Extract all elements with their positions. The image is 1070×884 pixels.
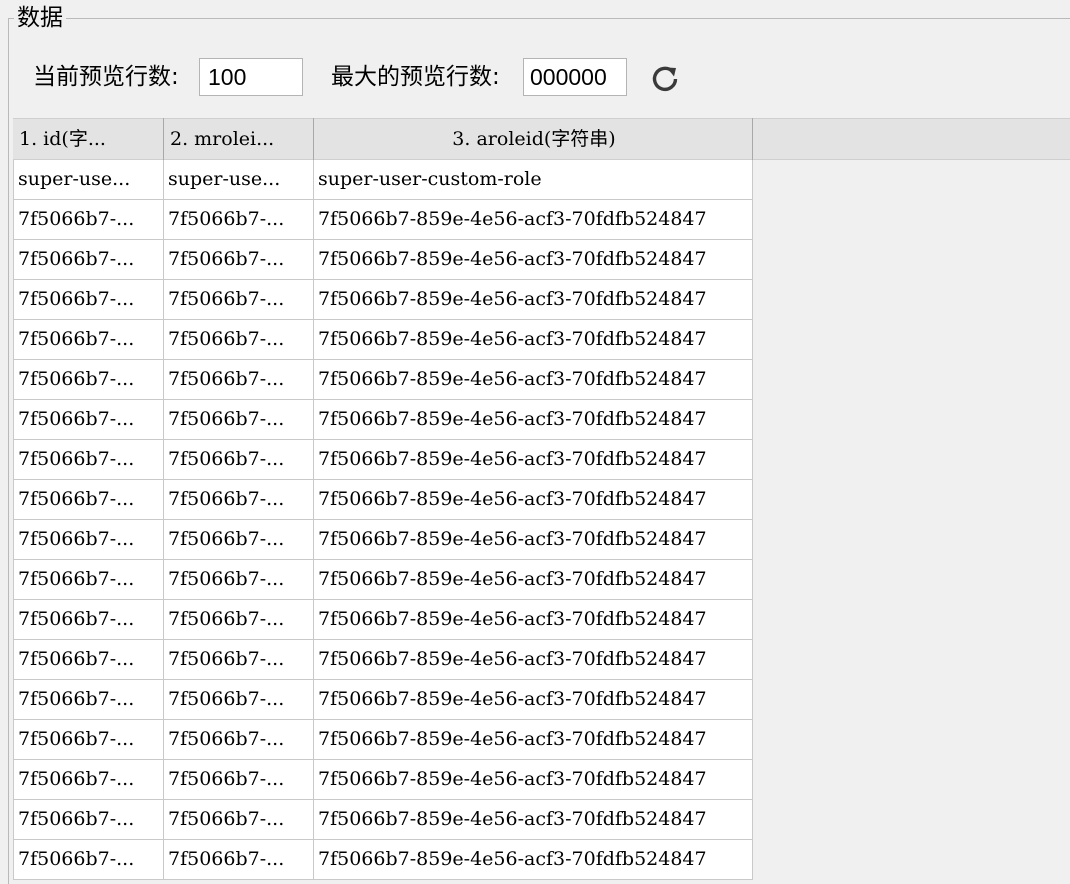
table-cell[interactable]: 7f5066b7-... <box>13 440 164 480</box>
table-cell[interactable]: 7f5066b7-... <box>164 440 314 480</box>
table-cell[interactable]: 7f5066b7-... <box>13 840 164 880</box>
group-title: 数据 <box>14 4 66 32</box>
table-cell[interactable]: 7f5066b7-859e-4e56-acf3-70fdfb524847 <box>314 760 753 800</box>
table-cell[interactable]: 7f5066b7-... <box>164 560 314 600</box>
table-row[interactable]: 7f5066b7-... 7f5066b7-... 7f5066b7-859e-4e… <box>13 360 753 400</box>
table-cell[interactable]: 7f5066b7-... <box>13 280 164 320</box>
table-row[interactable]: 7f5066b7-... 7f5066b7-... 7f5066b7-859e-4e… <box>13 800 753 840</box>
table-cell[interactable]: super-use... <box>164 160 314 200</box>
table-row[interactable]: 7f5066b7-... 7f5066b7-... 7f5066b7-859e-4e… <box>13 280 753 320</box>
table-cell[interactable]: super-user-custom-role <box>314 160 753 200</box>
table-cell[interactable]: 7f5066b7-... <box>164 680 314 720</box>
table-cell[interactable]: 7f5066b7-... <box>13 800 164 840</box>
data-panel: 数据 当前预览行数: 100 最大的预览行数: 000000 1. id(字..… <box>0 0 1070 884</box>
table-cell[interactable]: 7f5066b7-... <box>164 520 314 560</box>
table-cell[interactable]: 7f5066b7-... <box>13 760 164 800</box>
table-cell[interactable]: super-use... <box>13 160 164 200</box>
table-cell[interactable]: 7f5066b7-859e-4e56-acf3-70fdfb524847 <box>314 800 753 840</box>
table-cell[interactable]: 7f5066b7-... <box>164 720 314 760</box>
current-preview-rows-label: 当前预览行数: <box>33 64 179 90</box>
table-cell[interactable]: 7f5066b7-... <box>13 240 164 280</box>
table-cell[interactable]: 7f5066b7-859e-4e56-acf3-70fdfb524847 <box>314 240 753 280</box>
table-row[interactable]: 7f5066b7-... 7f5066b7-... 7f5066b7-859e-4e… <box>13 320 753 360</box>
table-cell[interactable]: 7f5066b7-... <box>13 320 164 360</box>
table-cell[interactable]: 7f5066b7-... <box>164 800 314 840</box>
table-row[interactable]: 7f5066b7-... 7f5066b7-... 7f5066b7-859e-4e… <box>13 520 753 560</box>
table-cell[interactable]: 7f5066b7-859e-4e56-acf3-70fdfb524847 <box>314 360 753 400</box>
table-row[interactable]: 7f5066b7-... 7f5066b7-... 7f5066b7-859e-4e… <box>13 680 753 720</box>
table-cell[interactable]: 7f5066b7-... <box>164 200 314 240</box>
column-header-aroleid[interactable]: 3. aroleid(字符串) <box>314 118 753 160</box>
table-cell[interactable]: 7f5066b7-859e-4e56-acf3-70fdfb524847 <box>314 520 753 560</box>
refresh-icon <box>652 66 678 92</box>
table-row[interactable]: 7f5066b7-... 7f5066b7-... 7f5066b7-859e-4e… <box>13 560 753 600</box>
table-cell[interactable]: 7f5066b7-859e-4e56-acf3-70fdfb524847 <box>314 400 753 440</box>
table-cell[interactable]: 7f5066b7-... <box>164 240 314 280</box>
table-cell[interactable]: 7f5066b7-... <box>164 280 314 320</box>
table-cell[interactable]: 7f5066b7-859e-4e56-acf3-70fdfb524847 <box>314 640 753 680</box>
table-cell[interactable]: 7f5066b7-... <box>13 520 164 560</box>
table-cell[interactable]: 7f5066b7-... <box>13 360 164 400</box>
table-cell[interactable]: 7f5066b7-... <box>13 720 164 760</box>
table-cell[interactable]: 7f5066b7-... <box>13 680 164 720</box>
table-row[interactable]: 7f5066b7-... 7f5066b7-... 7f5066b7-859e-4e… <box>13 480 753 520</box>
table-cell[interactable]: 7f5066b7-... <box>164 840 314 880</box>
table-cell[interactable]: 7f5066b7-859e-4e56-acf3-70fdfb524847 <box>314 560 753 600</box>
table-cell[interactable]: 7f5066b7-... <box>13 480 164 520</box>
current-preview-rows-input[interactable]: 100 <box>199 58 303 96</box>
table-cell[interactable]: 7f5066b7-859e-4e56-acf3-70fdfb524847 <box>314 720 753 760</box>
table-row[interactable]: super-use... super-use... super-user-custo… <box>13 160 753 200</box>
table-cell[interactable]: 7f5066b7-859e-4e56-acf3-70fdfb524847 <box>314 320 753 360</box>
table-row[interactable]: 7f5066b7-... 7f5066b7-... 7f5066b7-859e-4e… <box>13 200 753 240</box>
column-header-mroleid[interactable]: 2. mrolei... <box>164 118 314 160</box>
table-row[interactable]: 7f5066b7-... 7f5066b7-... 7f5066b7-859e-4e… <box>13 240 753 280</box>
table-header: 1. id(字... 2. mrolei... 3. aroleid(字符串) <box>13 118 753 160</box>
table-cell[interactable]: 7f5066b7-859e-4e56-acf3-70fdfb524847 <box>314 480 753 520</box>
table-row[interactable]: 7f5066b7-... 7f5066b7-... 7f5066b7-859e-4e… <box>13 600 753 640</box>
table-row[interactable]: 7f5066b7-... 7f5066b7-... 7f5066b7-859e-4e… <box>13 840 753 880</box>
max-preview-rows-input[interactable]: 000000 <box>523 58 627 96</box>
table-cell[interactable]: 7f5066b7-... <box>13 400 164 440</box>
table-row[interactable]: 7f5066b7-... 7f5066b7-... 7f5066b7-859e-4e… <box>13 760 753 800</box>
table-row[interactable]: 7f5066b7-... 7f5066b7-... 7f5066b7-859e-4e… <box>13 440 753 480</box>
table-cell[interactable]: 7f5066b7-... <box>164 600 314 640</box>
table-cell[interactable]: 7f5066b7-859e-4e56-acf3-70fdfb524847 <box>314 840 753 880</box>
table-cell[interactable]: 7f5066b7-859e-4e56-acf3-70fdfb524847 <box>314 440 753 480</box>
table-cell[interactable]: 7f5066b7-... <box>13 560 164 600</box>
table-cell[interactable]: 7f5066b7-... <box>164 360 314 400</box>
table-row[interactable]: 7f5066b7-... 7f5066b7-... 7f5066b7-859e-4e… <box>13 640 753 680</box>
table-cell[interactable]: 7f5066b7-... <box>13 200 164 240</box>
table-cell[interactable]: 7f5066b7-... <box>13 640 164 680</box>
refresh-button[interactable] <box>647 61 683 97</box>
table-cell[interactable]: 7f5066b7-... <box>164 400 314 440</box>
table-row[interactable]: 7f5066b7-... 7f5066b7-... 7f5066b7-859e-4e… <box>13 400 753 440</box>
table-row[interactable]: 7f5066b7-... 7f5066b7-... 7f5066b7-859e-4e… <box>13 720 753 760</box>
table-cell[interactable]: 7f5066b7-... <box>164 640 314 680</box>
table-cell[interactable]: 7f5066b7-859e-4e56-acf3-70fdfb524847 <box>314 280 753 320</box>
column-header-id[interactable]: 1. id(字... <box>13 118 164 160</box>
table-cell[interactable]: 7f5066b7-... <box>13 600 164 640</box>
table-cell[interactable]: 7f5066b7-... <box>164 320 314 360</box>
table-cell[interactable]: 7f5066b7-859e-4e56-acf3-70fdfb524847 <box>314 600 753 640</box>
table-cell[interactable]: 7f5066b7-859e-4e56-acf3-70fdfb524847 <box>314 680 753 720</box>
table-cell[interactable]: 7f5066b7-... <box>164 760 314 800</box>
max-preview-rows-label: 最大的预览行数: <box>331 64 500 90</box>
table-cell[interactable]: 7f5066b7-859e-4e56-acf3-70fdfb524847 <box>314 200 753 240</box>
table-cell[interactable]: 7f5066b7-... <box>164 480 314 520</box>
